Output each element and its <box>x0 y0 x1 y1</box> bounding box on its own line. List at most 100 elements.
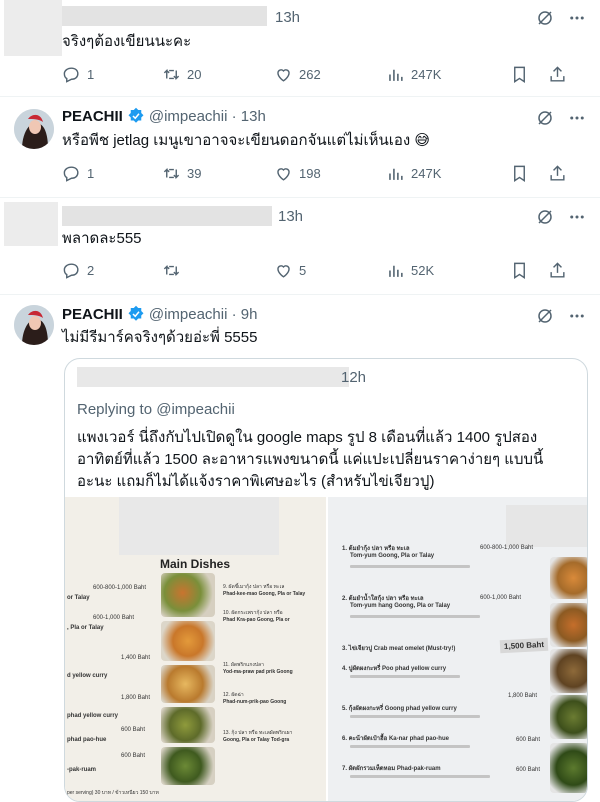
tweet-time[interactable]: 13h <box>275 9 300 26</box>
bookmark-button[interactable] <box>510 261 548 280</box>
views-icon <box>389 69 403 81</box>
reply-icon <box>63 66 79 83</box>
tweet-actions: 1 39 198 247K <box>62 161 592 185</box>
share-button[interactable] <box>548 261 567 280</box>
username-censored <box>62 206 272 226</box>
views-icon <box>389 265 403 277</box>
grok-icon[interactable] <box>536 307 554 325</box>
tweet-text: หรือพีช jetlag เมนูเขาอาจจะเขียนดอกจันแต… <box>62 132 431 149</box>
dot-separator: · <box>227 107 241 125</box>
author-name[interactable]: PEACHII <box>62 306 123 323</box>
avatar-censored <box>4 202 58 246</box>
verified-badge-icon <box>128 305 144 321</box>
more-icon[interactable] <box>568 109 586 127</box>
menu-desc-line <box>350 675 460 678</box>
photo-censor <box>506 505 587 547</box>
menu-text: 600 Baht <box>121 727 146 733</box>
share-button[interactable] <box>548 65 567 84</box>
heart-icon <box>277 264 290 278</box>
food-photo <box>161 747 215 785</box>
tweet-text: พลาดละ555 <box>62 230 142 247</box>
retweet-icon <box>163 264 180 276</box>
tweet-time[interactable]: 13h <box>278 208 303 225</box>
menu-text: 600-800-1,000 Baht <box>93 585 147 591</box>
view-count: 247K <box>411 66 442 82</box>
view-count: 52K <box>411 262 435 278</box>
view-count: 247K <box>411 165 442 181</box>
dot-separator: · <box>227 305 241 323</box>
menu-text: 600 Baht <box>516 737 541 743</box>
reply-button[interactable]: 1 <box>62 164 162 183</box>
quoted-tweet[interactable]: 12h Replying to @impeachii แพงเวอร์ นี่ถ… <box>64 358 588 802</box>
avatar[interactable] <box>14 109 54 149</box>
bookmark-icon <box>514 165 525 182</box>
menu-text: phad yellow curry <box>67 713 119 719</box>
more-icon[interactable] <box>568 9 586 27</box>
like-button[interactable]: 262 <box>274 65 386 84</box>
retweet-button[interactable]: 39 <box>162 164 274 183</box>
menu-text: Phad-kee-mao Goong, Pla or Talay <box>223 591 306 597</box>
views-button[interactable]: 52K <box>386 261 510 280</box>
tweet-3[interactable]: 13h พลาดละ555 2 5 52K <box>0 198 600 294</box>
username-censored <box>62 6 267 26</box>
menu-photo-left[interactable]: Main Dishes 600-800-1,000 Baht or Talay … <box>65 497 326 801</box>
tweet-1[interactable]: 13h จริงๆต้องเขียนนะคะ 1 20 262 247K <box>0 0 600 96</box>
author-handle[interactable]: @impeachii <box>149 306 228 323</box>
quote-time[interactable]: 12h <box>341 369 366 386</box>
more-icon[interactable] <box>568 208 586 226</box>
grok-icon[interactable] <box>536 208 554 226</box>
bookmark-button[interactable] <box>510 65 548 84</box>
menu-text: 600-800-1,000 Baht <box>480 545 534 551</box>
menu-title: Main Dishes <box>160 557 231 571</box>
menu-text: Phad Kra-pao Goong, Pla or <box>223 617 290 623</box>
menu-desc-line <box>350 715 480 718</box>
grok-icon[interactable] <box>536 109 554 127</box>
like-button[interactable]: 198 <box>274 164 386 183</box>
tweet-2[interactable]: PEACHII @impeachii · 13h หรือพีช jetlag … <box>0 97 600 197</box>
retweet-button[interactable] <box>162 261 274 280</box>
menu-text: 600 Baht <box>121 753 146 759</box>
tweet-actions: 1 20 262 247K <box>62 62 592 86</box>
avatar[interactable] <box>14 305 54 345</box>
menu-text: Goong, Pla or Talay Tod-gra <box>223 737 290 743</box>
menu-photo-right[interactable]: 1. ต้มยำกุ้ง ปลา หรือ ทะเล Tom-yum Goong… <box>328 497 587 801</box>
reply-count: 1 <box>87 66 95 82</box>
menu-text: 5. กุ้งผัดผงกะหรี่ Goong phad yellow cur… <box>342 706 457 712</box>
bookmark-button[interactable] <box>510 164 548 183</box>
tweet-top-icons <box>536 109 586 127</box>
menu-text: Tom-yum Goong, Pla or Talay <box>350 553 435 559</box>
menu-text: Phad-num-prik-pao Goong <box>223 699 287 705</box>
share-button[interactable] <box>548 164 567 183</box>
views-button[interactable]: 247K <box>386 164 510 183</box>
grok-icon[interactable] <box>536 9 554 27</box>
menu-text: 1. ต้มยำกุ้ง ปลา หรือ ทะเล <box>342 546 410 552</box>
tweet-text: ไม่มีรีมาร์คจริงๆด้วยอ่ะพี่ 5555 <box>62 329 258 346</box>
reply-icon <box>63 165 79 182</box>
food-photo <box>550 695 587 739</box>
like-button[interactable]: 5 <box>274 261 386 280</box>
reply-button[interactable]: 1 <box>62 65 162 84</box>
more-icon[interactable] <box>568 307 586 325</box>
share-icon <box>550 65 565 82</box>
replying-to[interactable]: Replying to @impeachii <box>77 401 235 418</box>
tweet-top-icons <box>536 208 586 226</box>
bookmark-icon <box>514 66 525 83</box>
author-handle[interactable]: @impeachii <box>149 108 228 125</box>
menu-text: per serving) 30 บาท / ข้าวเหนียว 150 บาท <box>67 790 159 796</box>
tweet-time[interactable]: 9h <box>241 306 258 323</box>
author-name[interactable]: PEACHII <box>62 108 123 125</box>
menu-text: 10. ผัดกระเพรากุ้ง ปลา หรือ <box>223 610 283 616</box>
menu-text: 600 Baht <box>516 767 541 773</box>
menu-text: 6. คะน้าผัดเป๋าฮื้อ Ka-nar phad pao-hue <box>342 736 449 742</box>
menu-text: 12. ผัดฉ่า <box>223 692 244 698</box>
tweet-time[interactable]: 13h <box>241 108 266 125</box>
menu-text: 600-1,000 Baht <box>480 595 522 601</box>
author-line: PEACHII @impeachii · 9h <box>62 305 257 323</box>
views-button[interactable]: 247K <box>386 65 510 84</box>
quote-user-censored <box>77 367 349 387</box>
views-icon <box>389 168 403 180</box>
food-photo <box>550 743 587 793</box>
retweet-button[interactable]: 20 <box>162 65 274 84</box>
menu-desc-line <box>350 565 470 568</box>
reply-button[interactable]: 2 <box>62 261 162 280</box>
